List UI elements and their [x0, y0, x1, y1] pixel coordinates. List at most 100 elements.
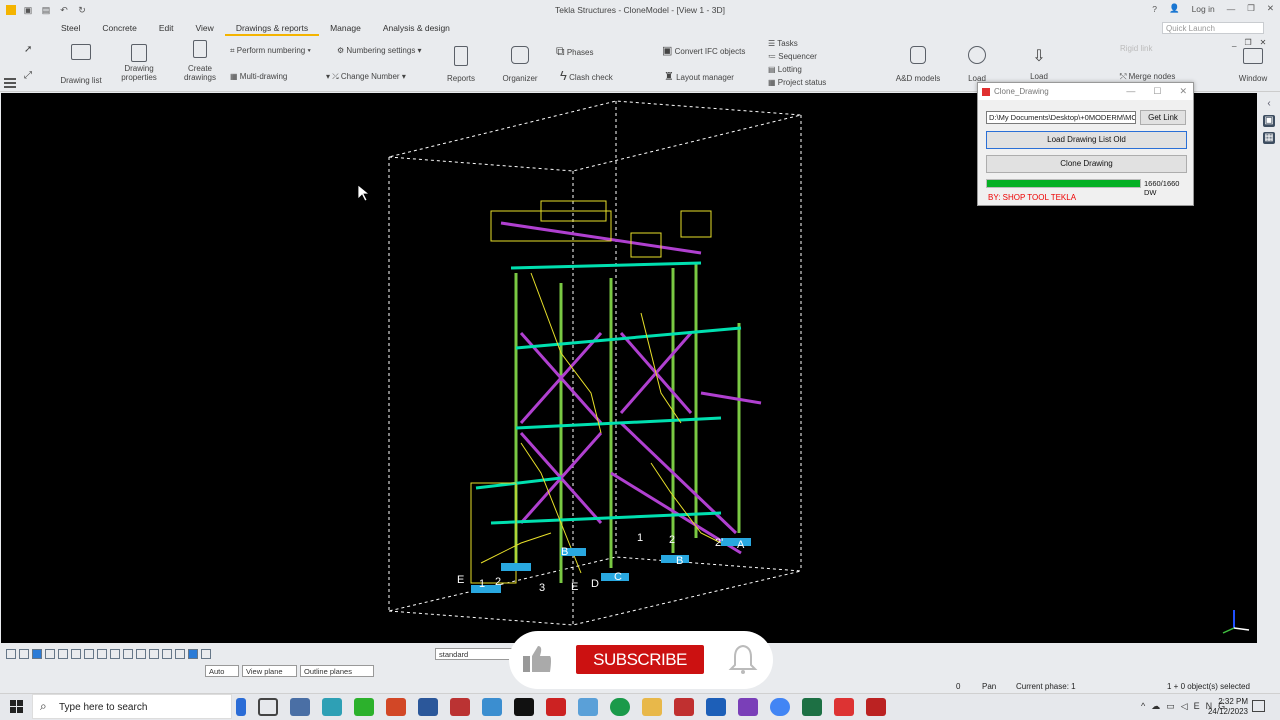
maximize-icon[interactable]: ☐ — [1153, 86, 1161, 97]
chrome-icon[interactable] — [770, 698, 790, 716]
convert-ifc-button[interactable]: ▣ Convert IFC objects — [662, 44, 745, 57]
project-status-button[interactable]: ▦ Project status — [768, 78, 826, 87]
tiktok-icon[interactable] — [514, 698, 534, 716]
taskbar-search-input[interactable]: Type here to search — [32, 694, 232, 719]
select-objects-icon[interactable] — [32, 649, 42, 659]
menu-drawings-reports[interactable]: Drawings & reports — [224, 20, 320, 36]
grid-label: B — [676, 555, 683, 567]
multi-drawing-button[interactable]: ▦ Multi-drawing — [230, 72, 287, 81]
word-icon[interactable] — [418, 698, 438, 716]
collapse-arrow-icon[interactable]: ‹ — [1263, 98, 1275, 110]
subscribe-button[interactable]: SUBSCRIBE — [576, 645, 704, 674]
lotting-button[interactable]: ▤ Lotting — [768, 65, 802, 74]
reports-button[interactable]: Reports — [446, 46, 476, 83]
sequencer-button[interactable]: ≔ Sequencer — [768, 52, 817, 61]
select-bolts-icon[interactable] — [110, 649, 120, 659]
phases-icon: ⧉ — [556, 44, 565, 58]
photos-icon[interactable] — [482, 698, 502, 716]
bell-icon[interactable] — [727, 643, 759, 675]
property-pane-icon[interactable]: ▣ — [1263, 115, 1275, 127]
clone-drawing-button[interactable]: Clone Drawing — [986, 155, 1187, 173]
close-icon[interactable]: ✕ — [1179, 86, 1187, 97]
red-app-icon[interactable] — [546, 698, 566, 716]
select-arrow-icon[interactable]: ➚ — [24, 44, 32, 55]
red-c-app-icon[interactable] — [834, 698, 854, 716]
select-assembly-icon[interactable] — [136, 649, 146, 659]
excel-icon[interactable] — [802, 698, 822, 716]
window-controls[interactable]: _❐✕ — [1232, 38, 1274, 47]
drawing-properties-button[interactable]: Drawing properties — [116, 44, 162, 82]
numbering-settings-button[interactable]: ⚙ Numbering settings ▾ — [337, 46, 422, 55]
menu-steel[interactable]: Steel — [50, 20, 91, 36]
hamburger-menu-icon[interactable] — [4, 76, 16, 90]
tekla2-app-icon[interactable] — [866, 698, 886, 716]
visual-studio-icon[interactable] — [738, 698, 758, 716]
minimize-icon[interactable]: — — [1126, 86, 1135, 97]
menu-edit[interactable]: Edit — [148, 20, 185, 36]
rigid-link-button[interactable]: Rigid link — [1120, 44, 1152, 53]
quick-launch-input[interactable]: Quick Launch — [1162, 22, 1264, 34]
edge-icon[interactable] — [322, 698, 342, 716]
load-drawing-list-button[interactable]: Load Drawing List Old — [986, 131, 1187, 149]
organizer-button[interactable]: Organizer — [500, 46, 540, 83]
login-link[interactable]: Log in — [1192, 4, 1215, 14]
snap-center-icon[interactable] — [188, 649, 198, 659]
restore-icon[interactable]: ❐ — [1247, 3, 1255, 14]
select-grid-icon[interactable] — [45, 649, 55, 659]
minimize-icon[interactable]: — — [1227, 4, 1236, 14]
clock[interactable]: 2:32 PM 24/12/2023 — [1208, 697, 1248, 717]
select-welds-icon[interactable] — [71, 649, 81, 659]
drawing-list-button[interactable]: Drawing list — [58, 44, 104, 85]
powerpoint-icon[interactable] — [386, 698, 406, 716]
merge-nodes-button[interactable]: ⤲ Merge nodes — [1120, 72, 1175, 82]
snap-mid-icon[interactable] — [175, 649, 185, 659]
notification-icon[interactable] — [1252, 700, 1265, 712]
select-components-icon[interactable] — [149, 649, 159, 659]
help-icon[interactable]: ? — [1152, 4, 1157, 14]
snap-end-icon[interactable] — [162, 649, 172, 659]
windows-start-icon[interactable] — [10, 700, 23, 713]
outline-planes-select[interactable]: Outline planes — [300, 665, 374, 677]
file-explorer-app-icon[interactable] — [290, 698, 310, 716]
snap-icon[interactable]: ⤢ — [24, 70, 32, 81]
cloud-app-icon[interactable] — [578, 698, 598, 716]
menu-concrete[interactable]: Concrete — [91, 20, 148, 36]
plane-select[interactable]: View plane — [242, 665, 297, 677]
calculator-icon[interactable] — [450, 698, 470, 716]
create-drawings-button[interactable]: Create drawings — [180, 40, 220, 82]
selection-filter-select[interactable]: standard — [435, 648, 513, 660]
phases-button[interactable]: ⧉ Phases — [556, 44, 594, 59]
select-parts-icon[interactable] — [19, 649, 29, 659]
snap-nearest-icon[interactable] — [201, 649, 211, 659]
tasks-button[interactable]: ☰ Tasks — [768, 39, 798, 48]
green-app-icon[interactable] — [354, 698, 374, 716]
select-points-icon[interactable] — [58, 649, 68, 659]
folder-icon[interactable] — [642, 698, 662, 716]
get-link-button[interactable]: Get Link — [1140, 110, 1186, 125]
layout-manager-button[interactable]: ♜ Layout manager — [664, 70, 734, 83]
taskview-icon[interactable] — [258, 698, 278, 716]
menu-manage[interactable]: Manage — [319, 20, 372, 36]
applications-icon[interactable]: ▦ — [1263, 132, 1275, 144]
change-number-button[interactable]: ▾ ⤯ Change Number ▾ — [326, 72, 406, 82]
snap-mode-select[interactable]: Auto — [205, 665, 239, 677]
load-groups-button[interactable]: Load — [962, 46, 992, 83]
select-cuts-icon[interactable] — [84, 649, 94, 659]
blue-app-icon[interactable] — [706, 698, 726, 716]
close-icon[interactable]: ✕ — [1267, 3, 1274, 14]
menu-view[interactable]: View — [185, 20, 225, 36]
load-button[interactable]: ⇩ Load — [1026, 46, 1052, 81]
tekla-app-icon[interactable] — [674, 698, 694, 716]
bing-icon[interactable] — [236, 698, 246, 716]
perform-numbering-button[interactable]: ⌗ Perform numbering ▾ — [230, 46, 311, 56]
select-views-icon[interactable] — [97, 649, 107, 659]
window-button[interactable]: Window — [1236, 48, 1270, 83]
ad-models-button[interactable]: A&D models — [895, 46, 941, 83]
clash-check-button[interactable]: ϟ Clash check — [560, 68, 613, 83]
select-rebar-icon[interactable] — [123, 649, 133, 659]
select-icon[interactable] — [6, 649, 16, 659]
thumbs-up-icon[interactable] — [521, 644, 553, 674]
green-circle-app-icon[interactable] — [610, 698, 630, 716]
menu-analysis-design[interactable]: Analysis & design — [372, 20, 461, 36]
path-input[interactable]: D:\My Documents\Desktop\+0MODERM\MC — [986, 111, 1136, 124]
